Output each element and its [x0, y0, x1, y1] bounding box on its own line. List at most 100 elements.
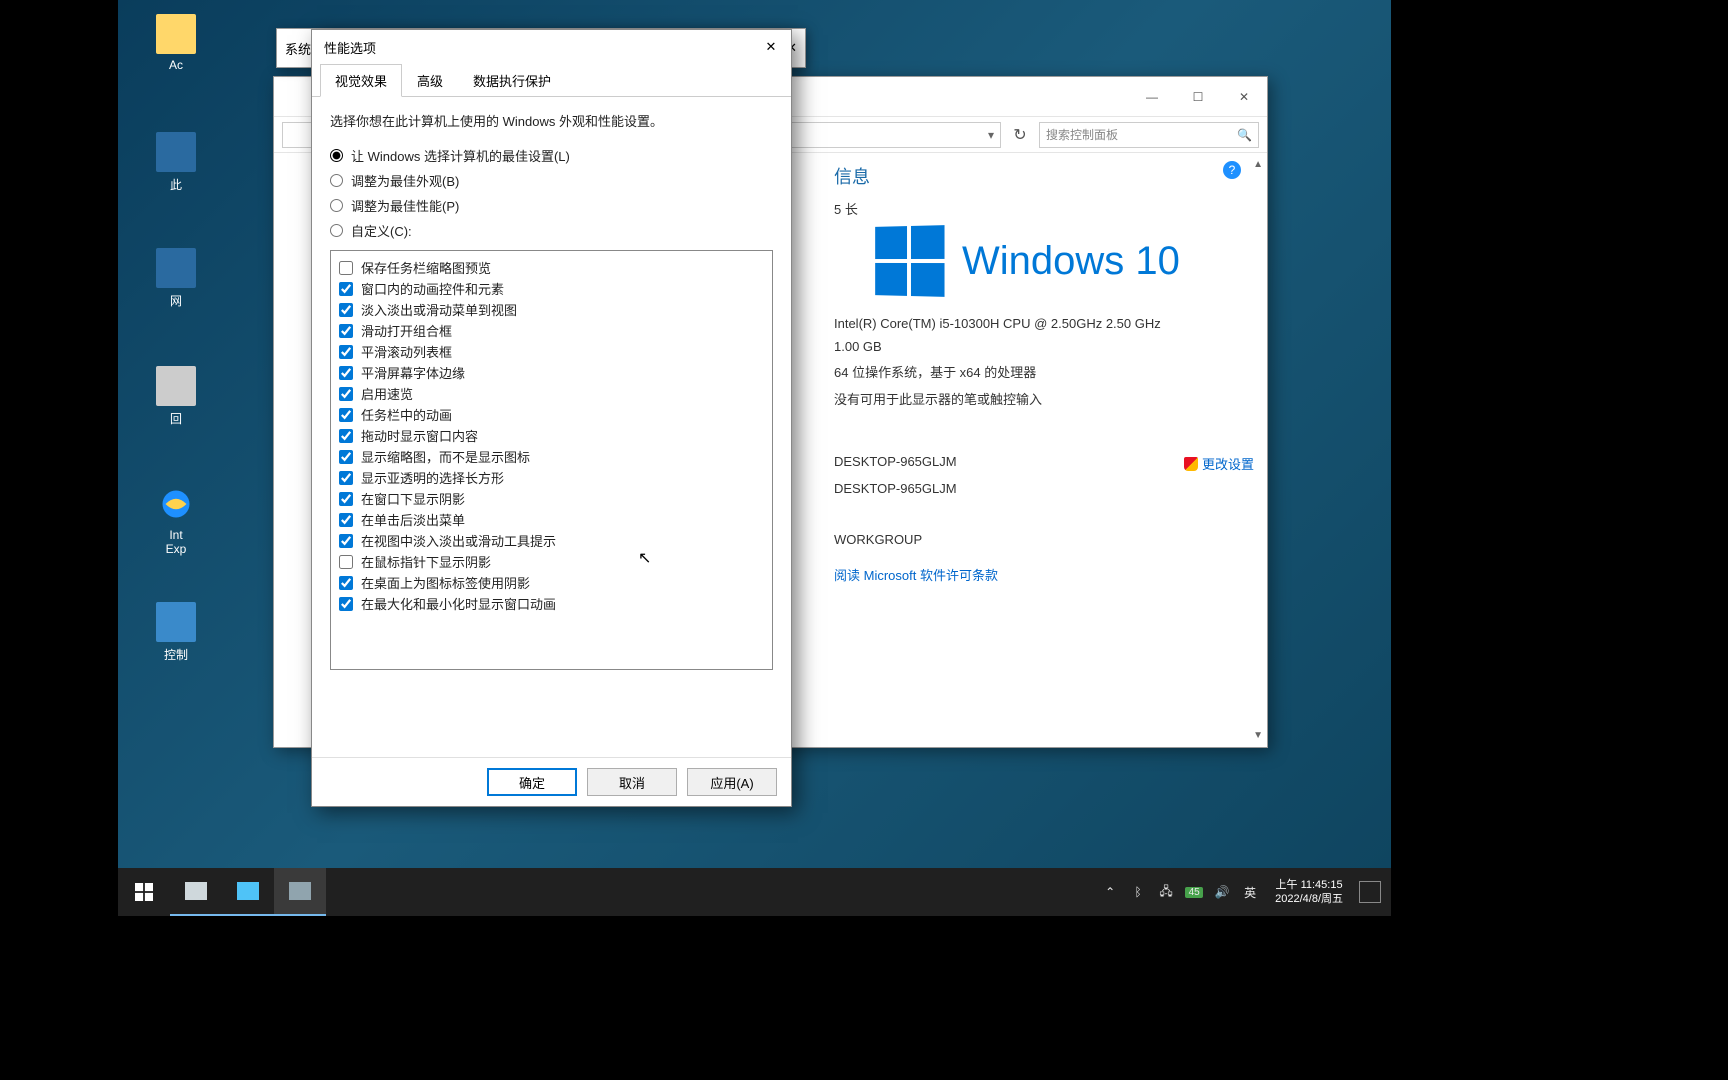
option-label: 保存任务栏缩略图预览 — [361, 258, 491, 277]
checkbox[interactable] — [339, 261, 353, 275]
checkbox[interactable] — [339, 387, 353, 401]
taskbar-clock[interactable]: 上午 11:45:15 2022/4/8/周五 — [1269, 878, 1349, 907]
search-icon: 🔍 — [1237, 128, 1252, 142]
option-label: 显示亚透明的选择长方形 — [361, 468, 504, 487]
visual-effect-option[interactable]: 显示亚透明的选择长方形 — [337, 467, 766, 488]
close-button[interactable]: ✕ — [1221, 82, 1267, 112]
checkbox[interactable] — [339, 303, 353, 317]
ime-badge[interactable]: 45 — [1185, 887, 1203, 898]
taskbar: ⌃ ᛒ 🖧 45 🔊 英 上午 11:45:15 2022/4/8/周五 — [118, 868, 1391, 916]
option-label: 窗口内的动画控件和元素 — [361, 279, 504, 298]
pcname-value: DESKTOP-965GLJM — [834, 454, 957, 473]
perf-tabs: 视觉效果 高级 数据执行保护 — [312, 64, 791, 97]
notifications-icon[interactable] — [1359, 881, 1381, 903]
scroll-up-button[interactable]: ▲ — [1253, 159, 1263, 170]
option-label: 平滑屏幕字体边缘 — [361, 363, 465, 382]
visual-effect-option[interactable]: 在鼠标指针下显示阴影 — [337, 551, 766, 572]
bluetooth-icon[interactable]: ᛒ — [1129, 885, 1147, 899]
network-icon — [156, 248, 196, 288]
option-label: 在鼠标指针下显示阴影 — [361, 552, 491, 571]
option-label: 淡入淡出或滑动菜单到视图 — [361, 300, 517, 319]
option-label: 在窗口下显示阴影 — [361, 489, 465, 508]
checkbox[interactable] — [339, 471, 353, 485]
performance-options-dialog: 性能选项 ✕ 视觉效果 高级 数据执行保护 选择你想在此计算机上使用的 Wind… — [311, 29, 792, 807]
visual-effects-list[interactable]: 保存任务栏缩略图预览窗口内的动画控件和元素淡入淡出或滑动菜单到视图滑动打开组合框… — [330, 250, 773, 670]
radio-best-performance[interactable]: 调整为最佳性能(P) — [330, 196, 773, 215]
desktop-icon-folder[interactable]: Ac — [146, 14, 206, 72]
visual-effect-option[interactable]: 在最大化和最小化时显示窗口动画 — [337, 593, 766, 614]
help-icon[interactable]: ? — [1223, 161, 1241, 179]
minimize-button[interactable]: — — [1129, 82, 1175, 112]
checkbox[interactable] — [339, 429, 353, 443]
checkbox[interactable] — [339, 576, 353, 590]
visual-effect-option[interactable]: 任务栏中的动画 — [337, 404, 766, 425]
checkbox[interactable] — [339, 597, 353, 611]
recycle-bin-icon — [156, 366, 196, 406]
desktop: Ac 此 网 回 IntExp 控制 — ☐ ✕ ▾ ↻ 搜索控制面板🔍 ? ▲… — [118, 0, 1391, 868]
checkbox[interactable] — [339, 345, 353, 359]
desktop-icon-network[interactable]: 网 — [146, 248, 206, 309]
desktop-icon-this-pc[interactable]: 此 — [146, 132, 206, 193]
visual-effect-option[interactable]: 启用速览 — [337, 383, 766, 404]
tab-visual-effects[interactable]: 视觉效果 — [320, 64, 402, 97]
license-link[interactable]: 阅读 Microsoft 软件许可条款 — [834, 565, 1251, 584]
checkbox[interactable] — [339, 408, 353, 422]
taskbar-app-1[interactable] — [170, 868, 222, 916]
checkbox[interactable] — [339, 324, 353, 338]
visual-effect-option[interactable]: 窗口内的动画控件和元素 — [337, 278, 766, 299]
perf-tab-body: 选择你想在此计算机上使用的 Windows 外观和性能设置。 让 Windows… — [312, 97, 791, 757]
volume-icon[interactable]: 🔊 — [1213, 885, 1231, 899]
option-label: 拖动时显示窗口内容 — [361, 426, 478, 445]
checkbox[interactable] — [339, 450, 353, 464]
desktop-icon-control-panel[interactable]: 控制 — [146, 602, 206, 663]
change-settings-link[interactable]: 更改设置 — [1184, 454, 1254, 473]
windows-brand-text: Windows 10 — [962, 239, 1180, 284]
visual-effect-option[interactable]: 在桌面上为图标标签使用阴影 — [337, 572, 766, 593]
checkbox[interactable] — [339, 534, 353, 548]
refresh-button[interactable]: ↻ — [1009, 125, 1031, 145]
tray-chevron-up-icon[interactable]: ⌃ — [1101, 885, 1119, 899]
start-button[interactable] — [118, 868, 170, 916]
visual-effect-option[interactable]: 保存任务栏缩略图预览 — [337, 257, 766, 278]
workgroup-value: WORKGROUP — [834, 532, 922, 547]
close-button[interactable]: ✕ — [759, 35, 783, 59]
radio-best-appearance[interactable]: 调整为最佳外观(B) — [330, 171, 773, 190]
visual-effect-option[interactable]: 显示缩略图，而不是显示图标 — [337, 446, 766, 467]
radio-custom[interactable]: 自定义(C): — [330, 221, 773, 240]
ime-lang[interactable]: 英 — [1241, 884, 1259, 901]
cancel-button[interactable]: 取消 — [587, 768, 677, 796]
tab-dep[interactable]: 数据执行保护 — [458, 64, 566, 97]
pen-value: 没有可用于此显示器的笔或触控输入 — [834, 389, 1042, 408]
systype-value: 64 位操作系统，基于 x64 的处理器 — [834, 362, 1036, 381]
network-icon[interactable]: 🖧 — [1157, 882, 1175, 903]
checkbox[interactable] — [339, 492, 353, 506]
apply-button[interactable]: 应用(A) — [687, 768, 777, 796]
search-input[interactable]: 搜索控制面板🔍 — [1039, 122, 1259, 148]
taskbar-tray: ⌃ ᛒ 🖧 45 🔊 英 上午 11:45:15 2022/4/8/周五 — [1101, 878, 1391, 907]
visual-effect-option[interactable]: 平滑屏幕字体边缘 — [337, 362, 766, 383]
maximize-button[interactable]: ☐ — [1175, 82, 1221, 112]
desktop-icon-recycle-bin[interactable]: 回 — [146, 366, 206, 427]
desktop-icon-ie[interactable]: IntExp — [146, 484, 206, 556]
option-label: 在视图中淡入淡出或滑动工具提示 — [361, 531, 556, 550]
visual-effect-option[interactable]: 淡入淡出或滑动菜单到视图 — [337, 299, 766, 320]
visual-effect-option[interactable]: 平滑滚动列表框 — [337, 341, 766, 362]
taskbar-app-3[interactable] — [274, 868, 326, 916]
visual-effect-option[interactable]: 在视图中淡入淡出或滑动工具提示 — [337, 530, 766, 551]
visual-effect-option[interactable]: 滑动打开组合框 — [337, 320, 766, 341]
visual-effect-option[interactable]: 拖动时显示窗口内容 — [337, 425, 766, 446]
taskbar-app-2[interactable] — [222, 868, 274, 916]
checkbox[interactable] — [339, 282, 353, 296]
dialog-buttons: 确定 取消 应用(A) — [312, 757, 791, 806]
checkbox[interactable] — [339, 366, 353, 380]
checkbox[interactable] — [339, 513, 353, 527]
checkbox[interactable] — [339, 555, 353, 569]
folder-icon — [156, 14, 196, 54]
visual-effect-option[interactable]: 在单击后淡出菜单 — [337, 509, 766, 530]
ie-icon — [156, 484, 196, 524]
ok-button[interactable]: 确定 — [487, 768, 577, 796]
scroll-down-button[interactable]: ▼ — [1253, 730, 1263, 741]
radio-auto[interactable]: 让 Windows 选择计算机的最佳设置(L) — [330, 146, 773, 165]
visual-effect-option[interactable]: 在窗口下显示阴影 — [337, 488, 766, 509]
tab-advanced[interactable]: 高级 — [402, 64, 458, 97]
